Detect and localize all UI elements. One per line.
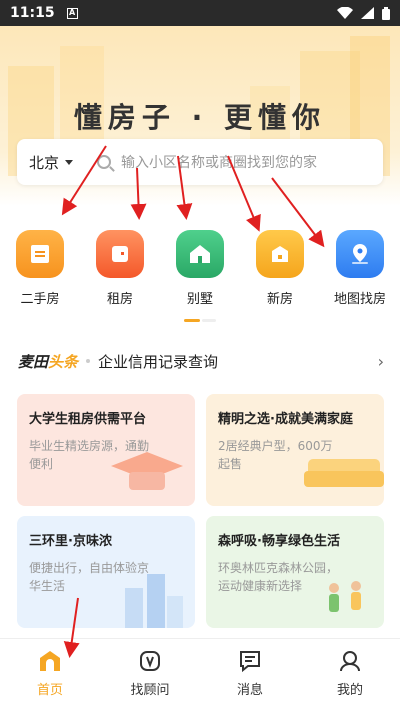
hero-slogan: 懂房子 · 更懂你	[73, 101, 327, 134]
city-selector[interactable]: 北京	[29, 152, 74, 173]
notification-icon: A	[66, 7, 78, 19]
headline-news[interactable]: 麦田头条 企业信用记录查询 ›	[18, 348, 384, 374]
sofa-icon	[304, 459, 384, 487]
skyline-icon	[125, 574, 183, 628]
category-row: 二手房 租房 别墅 新房 地图找房	[0, 230, 400, 307]
chevron-right-icon: ›	[377, 351, 384, 371]
tab-profile[interactable]: 我的	[300, 639, 400, 710]
jogging-people-icon	[329, 581, 361, 612]
card-title: 森呼吸·畅享绿色生活	[218, 534, 340, 549]
chevron-down-icon	[65, 159, 74, 165]
map-pin-icon	[336, 230, 384, 278]
message-icon	[240, 651, 260, 673]
category-label: 租房	[106, 292, 133, 307]
page-indicator	[184, 319, 216, 322]
promo-card-student[interactable]: 大学生租房供需平台 毕业生精选房源，通勤便利	[17, 394, 195, 506]
search-icon	[97, 155, 112, 169]
tab-messages[interactable]: 消息	[200, 639, 300, 710]
card-title: 精明之选·成就美满家庭	[218, 412, 353, 427]
card-title: 三环里·京味浓	[29, 534, 112, 549]
new-house-icon	[256, 230, 304, 278]
promo-card-third-ring[interactable]: 三环里·京味浓 便捷出行，自由体验京华生活	[17, 516, 195, 628]
home-icon	[40, 651, 60, 671]
graduation-cap-icon	[111, 452, 183, 490]
tab-label: 找顾问	[130, 683, 170, 698]
house-doc-icon	[16, 230, 64, 278]
bottom-tab-bar: 首页 找顾问 消息 我的	[0, 638, 400, 710]
category-new-house[interactable]: 新房	[240, 230, 320, 307]
tab-advisor[interactable]: 找顾问	[100, 639, 200, 710]
tab-label: 消息	[236, 683, 263, 698]
tab-home[interactable]: 首页	[0, 639, 100, 710]
category-second-hand[interactable]: 二手房	[0, 230, 80, 307]
search-input[interactable]: 输入小区名称或商圈找到您的家	[121, 152, 317, 172]
news-separator	[86, 359, 91, 363]
card-title: 大学生租房供需平台	[29, 412, 147, 427]
category-rent[interactable]: 租房	[80, 230, 160, 307]
profile-icon	[340, 651, 360, 672]
news-logo: 麦田头条	[18, 351, 78, 372]
category-villa[interactable]: 别墅	[160, 230, 240, 307]
rent-icon	[96, 230, 144, 278]
battery-icon	[382, 6, 390, 20]
tab-label: 我的	[336, 683, 363, 698]
status-bar: 11:15 A	[0, 0, 400, 26]
news-logo-headline: 头条	[48, 352, 79, 371]
hero-banner: 懂房子 · 更懂你 北京 输入小区名称或商圈找到您的家	[0, 26, 400, 206]
promo-card-family[interactable]: 精明之选·成就美满家庭 2居经典户型，600万起售	[206, 394, 384, 506]
villa-icon	[176, 230, 224, 278]
news-logo-brand: 麦田	[18, 352, 49, 371]
category-label: 别墅	[186, 292, 213, 307]
promo-card-forest[interactable]: 森呼吸·畅享绿色生活 环奥林匹克森林公园，运动健康新选择	[206, 516, 384, 628]
news-text: 企业信用记录查询	[98, 352, 219, 371]
advisor-icon	[140, 651, 160, 671]
category-label: 新房	[266, 292, 293, 307]
tab-label: 首页	[36, 683, 63, 698]
signal-icon	[361, 7, 374, 19]
category-label: 二手房	[20, 292, 60, 307]
city-label: 北京	[29, 153, 60, 172]
wifi-icon	[337, 7, 353, 19]
category-map-search[interactable]: 地图找房	[320, 230, 400, 307]
category-label: 地图找房	[333, 292, 386, 307]
status-time: 11:15	[10, 5, 55, 21]
search-bar[interactable]: 北京 输入小区名称或商圈找到您的家	[17, 139, 383, 185]
